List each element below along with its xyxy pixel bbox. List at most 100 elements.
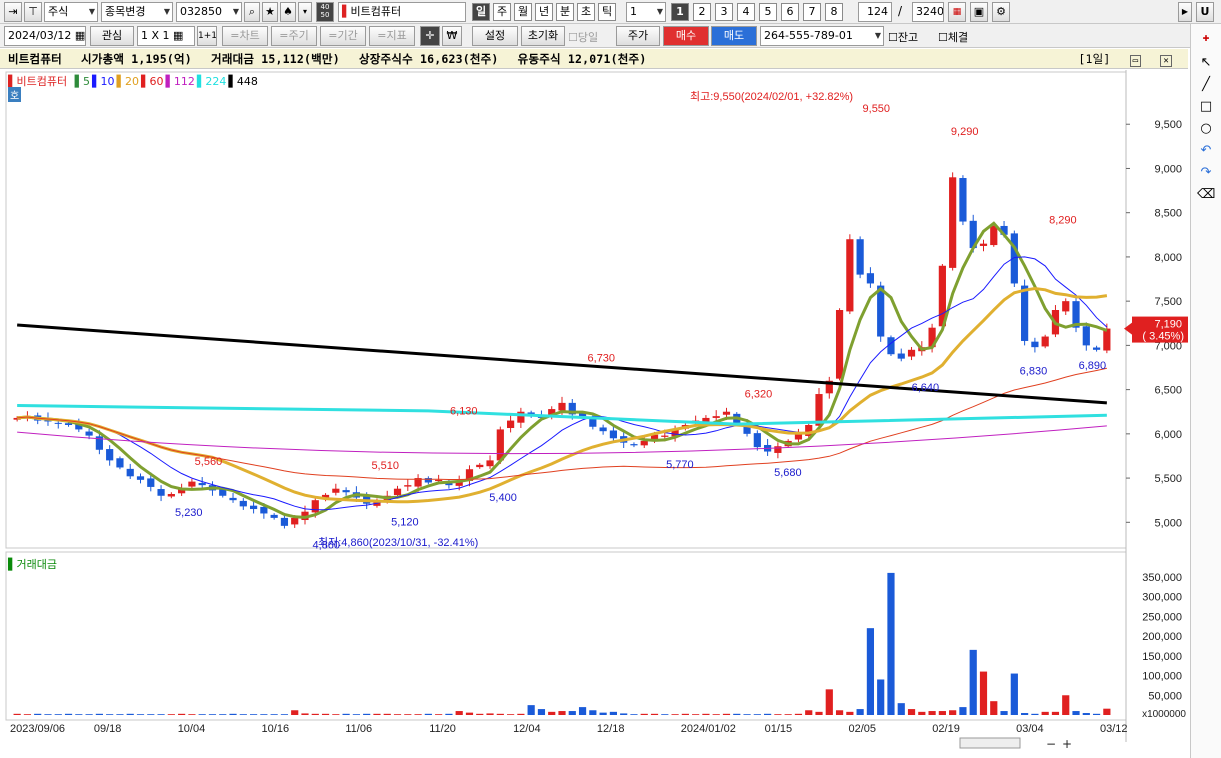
volume-bar <box>178 713 186 715</box>
x-axis-label: 01/15 <box>765 723 793 735</box>
volume-bar <box>846 711 854 715</box>
period-tab-4[interactable]: 분 <box>556 3 574 21</box>
layout-value: 1 X 1 <box>141 29 170 42</box>
candle-body <box>630 444 638 446</box>
candle-body <box>599 427 607 432</box>
chart-area[interactable]: 9,500 9,000 8,500 8,000 7,500 7,000 6,500 6,000… <box>0 70 1188 758</box>
number-tab-5[interactable]: 5 <box>759 3 777 21</box>
price-axis-label: 5,500 <box>1154 473 1182 485</box>
close-icon[interactable]: ✕ <box>1160 55 1172 67</box>
toolbar-sub: 2024/03/12 ▦ 관심 1 X 1 ▦ 1+1 =차트 =주기 =기간 … <box>0 24 1221 48</box>
sell-button[interactable]: 매도 <box>711 26 757 46</box>
number-tab-3[interactable]: 3 <box>715 3 733 21</box>
number-tab-1[interactable]: 1 <box>671 3 689 21</box>
calendar-icon[interactable]: ▦ <box>75 29 85 42</box>
legend-ma-20: ▌20 <box>116 75 139 88</box>
fill-checkbox[interactable]: ☐체결 <box>938 29 968 45</box>
number-tab-4[interactable]: 4 <box>737 3 755 21</box>
price-chart-svg[interactable]: 9,5009,0008,5008,0007,5007,0006,5006,000… <box>0 70 1188 758</box>
period-tab-0[interactable]: 일 <box>472 3 490 21</box>
price-panel-frame <box>5 71 1127 549</box>
cursor-tool-icon[interactable]: ↖ <box>1197 54 1215 72</box>
volume-bar <box>270 714 278 715</box>
sameday-label: 당일 <box>577 31 599 44</box>
save-icon[interactable]: ▣ <box>970 2 988 22</box>
x-axis-label: 11/20 <box>429 723 456 735</box>
volume-bar <box>126 713 134 715</box>
hoga-icon[interactable]: 40 50 <box>316 2 334 22</box>
buy-button[interactable]: 매수 <box>663 26 709 46</box>
period-tab-2[interactable]: 월 <box>514 3 532 21</box>
count-input[interactable]: 124 <box>858 2 892 22</box>
candle-body <box>342 490 350 493</box>
account-select[interactable]: 264-555-789-01 <box>760 26 884 46</box>
watch-button[interactable]: 관심 <box>90 26 134 46</box>
period-tag: [1일] <box>1078 52 1111 66</box>
info-float-shares: 유동주식 12,071(천주) <box>517 52 647 66</box>
user-icon[interactable]: U <box>1196 2 1214 22</box>
reset-button[interactable]: 초기화 <box>521 26 565 46</box>
number-tab-7[interactable]: 7 <box>803 3 821 21</box>
price-axis-label: 6,000 <box>1154 429 1182 441</box>
market-select[interactable]: 주식 <box>44 2 98 22</box>
period-tab-1[interactable]: 주 <box>493 3 511 21</box>
overlay-button[interactable]: =차트 <box>222 26 268 46</box>
layout2-button[interactable]: 1+1 <box>197 26 217 46</box>
price-button[interactable]: 주가 <box>616 26 660 46</box>
grid-icon[interactable]: ▦ <box>948 2 966 22</box>
crosshair-icon[interactable]: ✛ <box>420 26 440 46</box>
number-tab-2[interactable]: 2 <box>693 3 711 21</box>
volume-bar <box>599 712 607 715</box>
period-tab-5[interactable]: 초 <box>577 3 595 21</box>
undo-icon[interactable]: ↶ <box>1197 142 1215 160</box>
number-tab-8[interactable]: 8 <box>825 3 843 21</box>
volume-bar <box>1010 673 1018 715</box>
candle-body <box>1031 341 1039 348</box>
pin-icon[interactable]: ⇥ <box>4 2 22 22</box>
redo-icon[interactable]: ↷ <box>1197 164 1215 182</box>
settings-button[interactable]: 설정 <box>472 26 518 46</box>
candle-body <box>1082 326 1090 346</box>
erase-all-icon[interactable]: ⌫ <box>1197 186 1215 204</box>
tool-menu-icon[interactable]: ✚ <box>1197 30 1215 48</box>
alert-icon[interactable]: ♠ <box>280 2 296 22</box>
volume-bar <box>496 713 504 715</box>
range-button[interactable]: =기간 <box>320 26 366 46</box>
volume-bar <box>681 713 689 715</box>
volume-bar <box>733 713 741 715</box>
period-tab-6[interactable]: 틱 <box>598 3 616 21</box>
cycle-button[interactable]: =주기 <box>271 26 317 46</box>
circle-tool-icon[interactable]: ○ <box>1197 120 1215 138</box>
search-icon[interactable]: ⌕ <box>244 2 260 22</box>
rect-tool-icon[interactable]: □ <box>1197 98 1215 116</box>
line-tool-icon[interactable]: ╱ <box>1197 76 1215 94</box>
won-button[interactable]: ₩ <box>442 26 462 46</box>
date-input[interactable]: 2024/03/12 ▦ <box>4 26 86 46</box>
price-point-label: 6,730 <box>588 352 616 364</box>
arrow-icon[interactable]: ▾ <box>298 2 312 22</box>
favorite-star-icon[interactable]: ★ <box>262 2 278 22</box>
change-code-select[interactable]: 종목변경 <box>101 2 173 22</box>
candle-body <box>558 402 566 411</box>
candle-body <box>835 310 844 379</box>
grid-layout-icon: ▦ <box>173 29 184 42</box>
indicator-button[interactable]: =지표 <box>369 26 415 46</box>
volume-bar <box>1072 711 1080 715</box>
top-icon[interactable]: ⊤ <box>24 2 42 22</box>
sameday-checkbox[interactable]: ☐당일 <box>568 29 598 45</box>
gear-icon[interactable]: ⚙ <box>992 2 1010 22</box>
period-tab-3[interactable]: 년 <box>535 3 553 21</box>
balance-checkbox[interactable]: ☐잔고 <box>888 29 918 45</box>
hoga-badge[interactable]: 호 <box>8 87 22 102</box>
code-input[interactable]: 032850 <box>176 2 242 22</box>
period-select[interactable]: 1 <box>626 2 666 22</box>
legend-ma-10: ▌10 <box>92 75 115 88</box>
volume-bar <box>1103 708 1111 715</box>
play-icon[interactable]: ▶ <box>1178 2 1192 22</box>
volume-bar <box>157 714 165 715</box>
price-point-label: 5,770 <box>666 459 694 471</box>
layout-select[interactable]: 1 X 1 ▦ <box>137 26 195 46</box>
zoom-in-button: + <box>1062 737 1072 751</box>
number-tab-6[interactable]: 6 <box>781 3 799 21</box>
restore-icon[interactable]: ▭ <box>1129 55 1142 67</box>
